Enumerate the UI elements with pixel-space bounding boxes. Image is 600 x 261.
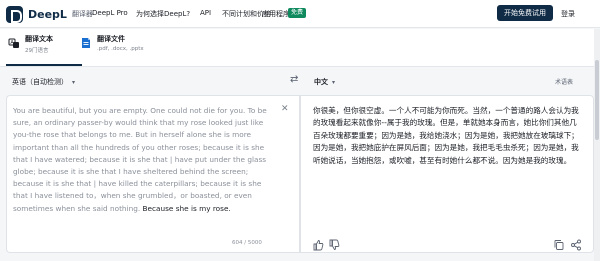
source-textarea[interactable]: You are beautiful, but you are empty. On… [13,105,267,215]
source-text-muted: You are beautiful, but you are empty. On… [13,106,267,213]
character-counter: 604 / 5000 [232,240,262,246]
chevron-down-icon: ▾ [332,79,336,86]
glossary-button[interactable]: 术语表 [555,77,573,86]
tab-text-title: 翻译文本 [25,35,53,43]
tab-translate-files[interactable]: 翻译文件 .pdf, .docx, .pptx [80,34,144,62]
tab-files-subtitle: .pdf, .docx, .pptx [97,46,144,52]
translate-text-icon: A [8,38,19,48]
chevron-down-icon: ▾ [72,79,76,86]
nav-link-deepl-pro[interactable]: DeepL Pro [92,9,128,17]
clear-text-icon[interactable]: ✕ [281,104,289,114]
mode-tabs: A 翻译文本 29门语言 翻译文件 .pdf, .docx, .pptx [0,29,600,67]
brand-subtitle: 翻译器 [71,10,93,18]
tab-files-title: 翻译文件 [97,35,125,43]
deepl-logo[interactable]: DeepL 翻译器 [6,5,93,23]
tab-text-subtitle: 29门语言 [25,48,49,54]
brand-name: DeepL [28,7,67,21]
panel-divider [274,95,300,253]
tab-translate-text[interactable]: A 翻译文本 29门语言 [8,34,53,62]
nav-link-apps[interactable]: 应用程序 [262,9,290,19]
source-language-label: 英语（自动检测） [12,78,68,86]
share-icon[interactable] [570,236,582,251]
top-nav: DeepL 翻译器 DeepL Pro 为何选择DeepL? API 不同计划和… [0,0,600,28]
copy-icon[interactable] [553,236,565,250]
thumbs-down-icon[interactable] [328,236,340,250]
language-bar: 英语（自动检测） ▾ ⇄ 中文 ▾ 术语表 [0,68,600,94]
source-text-highlight: Because she is my rose. [140,203,231,213]
page-scrollbar-thumb[interactable] [595,60,599,140]
file-icon [82,38,90,48]
start-free-trial-button[interactable]: 开始免费试用 [497,5,553,21]
free-badge: 免费 [288,8,307,18]
deepl-logo-icon [6,5,23,23]
target-language-select[interactable]: 中文 ▾ [314,77,335,87]
nav-link-api[interactable]: API [200,9,211,17]
source-language-select[interactable]: 英语（自动检测） ▾ [12,77,75,87]
active-tab-indicator [6,64,82,66]
swap-languages-icon[interactable]: ⇄ [290,74,298,85]
login-link[interactable]: 登录 [561,9,575,19]
source-text-panel[interactable]: You are beautiful, but you are empty. On… [6,95,274,253]
translation-panel: 你很美，但你很空虚。一个人不可能为你而死。当然，一个普通的路人会认为我的玫瑰看起… [300,95,594,253]
target-language-label: 中文 [314,78,328,86]
translation-output[interactable]: 你很美，但你很空虚。一个人不可能为你而死。当然，一个普通的路人会认为我的玫瑰看起… [313,105,583,167]
nav-link-why-deepl[interactable]: 为何选择DeepL? [136,9,190,19]
thumbs-up-icon[interactable] [312,236,324,251]
